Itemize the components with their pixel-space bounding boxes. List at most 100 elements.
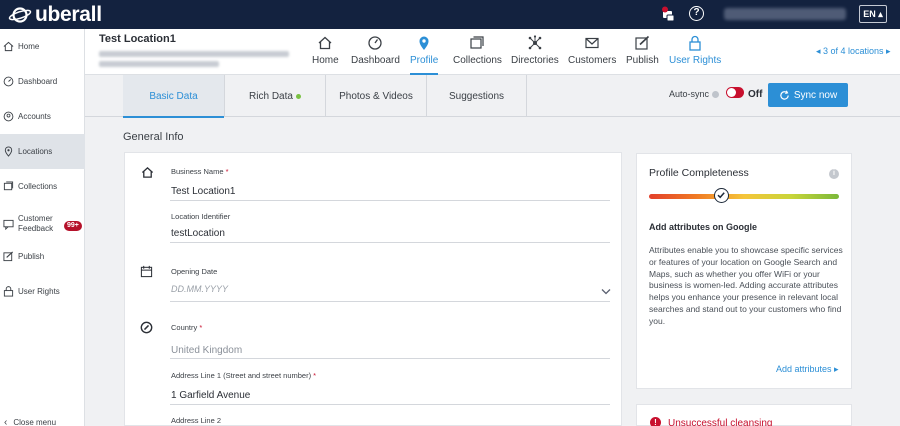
- location-identifier-label: Location Identifier: [171, 212, 231, 221]
- info-icon[interactable]: [712, 90, 720, 98]
- sidebar-item-label: Accounts: [18, 111, 51, 121]
- publish-icon: [3, 251, 13, 262]
- section-title: General Info: [123, 131, 184, 143]
- toggle-knob: [727, 88, 736, 97]
- notification-icon[interactable]: [660, 6, 676, 22]
- nav-label: Profile: [410, 55, 439, 66]
- tab-suggestions[interactable]: Suggestions: [427, 75, 527, 117]
- address-line-1-input[interactable]: 1 Garfield Avenue: [171, 390, 250, 401]
- nav-label: Dashboard: [351, 55, 400, 66]
- sync-now-label: Sync now: [793, 89, 838, 101]
- completeness-description: Attributes enable you to showcase specif…: [649, 245, 843, 326]
- accounts-icon: [3, 111, 14, 122]
- home-icon: [3, 41, 14, 52]
- status-dot: [295, 93, 301, 99]
- autosync-toggle[interactable]: [726, 87, 744, 98]
- tab-label: Rich Data: [249, 90, 293, 102]
- tab-photos-videos[interactable]: Photos & Videos: [326, 75, 427, 117]
- location-address-redacted: [99, 51, 289, 57]
- sidebar: Home Dashboard Accounts Locations Collec…: [0, 29, 85, 426]
- input-underline: [170, 301, 610, 302]
- input-underline: [170, 242, 610, 243]
- location-pager[interactable]: ◂ 3 of 4 locations ▸: [816, 46, 891, 57]
- completeness-marker: [713, 188, 729, 203]
- add-attributes-link[interactable]: Add attributes ▸: [776, 364, 839, 375]
- business-name-input[interactable]: Test Location1: [171, 186, 236, 197]
- location-pin-icon: [4, 146, 13, 157]
- sidebar-item-label: Customer Feedback: [18, 214, 54, 233]
- home-icon: [141, 166, 154, 178]
- sidebar-item-label: Publish: [18, 251, 45, 261]
- feedback-count-badge: 99+: [64, 221, 82, 231]
- profile-completeness-card: Profile Completeness i Add attributes on…: [636, 153, 852, 389]
- nav-collections[interactable]: Collections: [453, 35, 502, 75]
- nav-customers[interactable]: Customers: [568, 35, 616, 75]
- directories-icon: [528, 35, 542, 50]
- nav-profile[interactable]: Profile: [410, 35, 439, 75]
- completeness-bar: [649, 188, 839, 203]
- sidebar-item-accounts[interactable]: Accounts: [0, 99, 85, 134]
- sidebar-item-label: Home: [18, 41, 40, 51]
- sidebar-item-publish[interactable]: Publish: [0, 239, 85, 274]
- tab-label: Suggestions: [448, 90, 505, 102]
- compass-icon: [140, 321, 153, 334]
- location-pin-icon: [419, 36, 429, 50]
- general-info-form: Business Name * Test Location1 Location …: [124, 152, 622, 426]
- opening-date-input[interactable]: DD.MM.YYYY: [171, 284, 228, 294]
- sync-now-button[interactable]: Sync now: [768, 83, 848, 107]
- location-title: Test Location1: [99, 33, 176, 45]
- nav-publish[interactable]: Publish: [626, 35, 659, 75]
- help-icon[interactable]: ?: [689, 6, 704, 21]
- country-label: Country *: [171, 323, 203, 332]
- dashboard-icon: [3, 76, 14, 87]
- calendar-icon: [140, 265, 153, 278]
- nav-user-rights[interactable]: User Rights: [669, 35, 721, 75]
- nav-dashboard[interactable]: Dashboard: [351, 35, 400, 75]
- sidebar-item-home[interactable]: Home: [0, 29, 85, 64]
- nav-label: Directories: [511, 55, 559, 66]
- uberall-logo[interactable]: uberall: [8, 3, 102, 26]
- country-input[interactable]: United Kingdom: [171, 345, 242, 356]
- sidebar-item-dashboard[interactable]: Dashboard: [0, 64, 85, 99]
- cleansing-status-text: Unsuccessful cleansing: [668, 418, 773, 426]
- user-email-redacted[interactable]: [724, 8, 846, 20]
- business-name-label: Business Name *: [171, 167, 229, 176]
- home-icon: [318, 36, 332, 50]
- sidebar-item-label: Dashboard: [18, 76, 58, 86]
- input-underline: [170, 358, 610, 359]
- tab-basic-data[interactable]: Basic Data: [123, 75, 225, 118]
- lock-icon: [689, 35, 701, 51]
- sidebar-item-user-rights[interactable]: User Rights: [0, 274, 85, 309]
- sidebar-item-collections[interactable]: Collections: [0, 169, 85, 204]
- close-menu-button[interactable]: ‹ Close menu: [0, 416, 56, 426]
- tab-rich-data[interactable]: Rich Data: [225, 75, 326, 117]
- nav-directories[interactable]: Directories: [511, 35, 559, 75]
- toggle-state: Off: [748, 89, 763, 100]
- autosync-text: Auto-sync: [669, 89, 710, 99]
- input-underline: [170, 200, 610, 201]
- user-rights-icon: [3, 286, 14, 297]
- sidebar-item-label: User Rights: [18, 286, 60, 296]
- collections-icon: [3, 181, 14, 191]
- error-icon: !: [650, 417, 661, 426]
- nav-label: Home: [312, 55, 339, 66]
- location-identifier-input[interactable]: testLocation: [171, 228, 225, 239]
- autosync-label: Auto-sync: [669, 89, 720, 99]
- chevron-down-icon[interactable]: [601, 287, 611, 298]
- info-icon[interactable]: i: [829, 169, 839, 179]
- profile-completeness-title: Profile Completeness: [649, 167, 749, 179]
- language-selector[interactable]: EN ▴: [859, 5, 887, 23]
- sidebar-item-locations[interactable]: Locations: [0, 134, 85, 169]
- nav-home[interactable]: Home: [312, 35, 339, 75]
- cleansing-status-card: ! Unsuccessful cleansing: [636, 404, 852, 426]
- tab-label: Basic Data: [149, 90, 198, 102]
- nav-label: Collections: [453, 55, 502, 66]
- sidebar-item-label: Collections: [18, 181, 58, 191]
- chevron-left-icon: ‹: [4, 416, 8, 426]
- address-line-2-label: Address Line 2: [171, 416, 222, 425]
- top-bar: uberall ? EN ▴: [0, 0, 900, 29]
- location-header: Test Location1 Home Dashboard Profile Co…: [85, 29, 900, 75]
- nav-label: Publish: [626, 55, 659, 66]
- profile-tabs: Basic Data Rich Data Photos & Videos Sug…: [85, 75, 900, 118]
- publish-icon: [635, 35, 650, 50]
